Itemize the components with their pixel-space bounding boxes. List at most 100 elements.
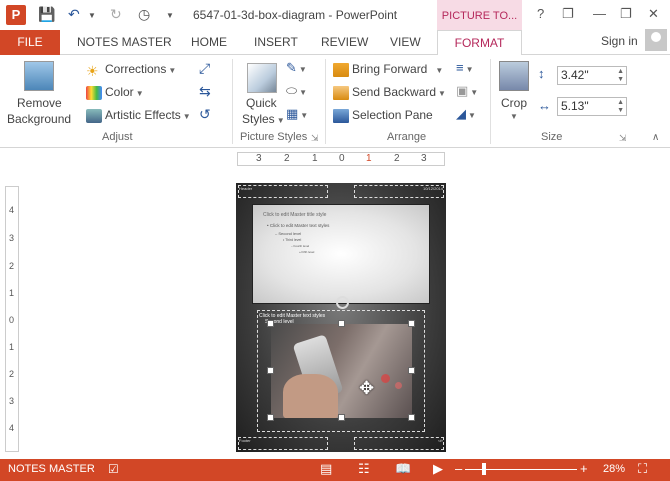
resize-handle[interactable] (408, 320, 415, 327)
size-group-label: Size (541, 131, 563, 143)
picture-tools-context-label: PICTURE TO... (437, 0, 522, 30)
reset-picture-icon[interactable]: ↺ (199, 106, 211, 123)
corrections-button[interactable]: ☀ Corrections ▼ (86, 62, 176, 79)
tab-notes-master[interactable]: NOTES MASTER (77, 30, 172, 55)
shape-width-input[interactable]: 5.13" ▲ ▼ (557, 97, 627, 116)
resize-handle[interactable] (408, 367, 415, 374)
quick-styles-button[interactable]: Quick (246, 96, 277, 110)
restore-button[interactable]: ❐ (620, 6, 632, 22)
compress-pictures-icon[interactable]: ⤢ (199, 60, 210, 77)
change-picture-icon[interactable]: ⇆ (199, 83, 211, 100)
view-mode-label: NOTES MASTER (8, 463, 95, 475)
move-cursor-icon: ✥ (359, 378, 375, 398)
slide-image-placeholder[interactable]: Click to edit Master title style • Click… (252, 204, 430, 304)
header-placeholder[interactable]: Header (238, 185, 328, 198)
picture-effects-icon[interactable]: ⬭ ▼ (286, 83, 307, 99)
notes-page[interactable]: Header 10/12/2014 Click to edit Master t… (236, 183, 446, 452)
resize-handle[interactable] (408, 414, 415, 421)
undo-icon[interactable]: ↶ (68, 6, 80, 23)
close-button[interactable]: ✕ (648, 6, 659, 22)
tab-insert[interactable]: INSERT (254, 30, 298, 55)
ruler-tick: 3 (9, 396, 15, 406)
status-bar: NOTES MASTER ☑ ▤ ☷ 📖 ▶ – + 28% ⛶ (0, 459, 670, 481)
remove-background-button[interactable]: Remove (17, 96, 62, 110)
group-objects-icon[interactable]: ▣ ▼ (456, 83, 478, 99)
send-backward-button[interactable]: Send Backward ▼ (333, 85, 446, 100)
resize-handle[interactable] (267, 320, 274, 327)
bring-forward-button[interactable]: Bring Forward ▼ (333, 62, 443, 77)
zoom-out-button[interactable]: – (455, 461, 462, 476)
date-placeholder[interactable]: 10/12/2014 (354, 185, 444, 198)
normal-view-icon[interactable]: ▤ (320, 461, 332, 477)
minimize-button[interactable]: — (593, 6, 606, 21)
footer-placeholder[interactable]: Footer (238, 437, 328, 450)
picture-styles-group-label: Picture Styles (240, 131, 308, 143)
selection-pane-button[interactable]: Selection Pane (333, 108, 433, 123)
hand-image (283, 374, 338, 418)
tab-file[interactable]: FILE (0, 30, 60, 55)
ruler-tick: 0 (9, 315, 15, 325)
size-dialog-launcher-icon[interactable]: ⇲ (619, 133, 627, 144)
resize-handle[interactable] (338, 320, 345, 327)
remove-background-label: Background (7, 112, 72, 126)
picture-border-icon[interactable]: ✎ ▼ (286, 60, 307, 76)
slide-bullet: • Third level (283, 238, 302, 242)
vertical-ruler: 4 3 2 1 0 1 2 3 4 (5, 186, 19, 452)
spell-check-icon[interactable]: ☑ (108, 462, 119, 476)
shape-height-icon: ↕ (538, 66, 545, 81)
powerpoint-logo-icon: P (6, 5, 26, 25)
redo-icon[interactable]: ↻ (110, 6, 122, 23)
rotate-handle-icon[interactable] (336, 296, 349, 309)
resize-handle[interactable] (267, 367, 274, 374)
collapse-ribbon-icon[interactable]: ∧ (652, 132, 659, 143)
fit-to-window-icon[interactable]: ⛶ (638, 461, 647, 477)
shape-height-input[interactable]: 3.42" ▲ ▼ (557, 66, 627, 85)
tab-format[interactable]: FORMAT (437, 30, 522, 56)
undo-dropdown-icon[interactable]: ▼ (88, 11, 96, 20)
color-button[interactable]: Color ▼ (86, 85, 144, 100)
ruler-tick: 2 (9, 369, 15, 379)
sign-in-link[interactable]: Sign in (601, 34, 638, 48)
arrange-group-label: Arrange (387, 131, 427, 143)
document-title: 6547-01-3d-box-diagram - PowerPoint (193, 8, 398, 22)
crop-dropdown-icon[interactable]: ▼ (510, 112, 518, 121)
ribbon-tabs: FILE NOTES MASTER HOME INSERT REVIEW VIE… (0, 30, 670, 56)
tab-review[interactable]: REVIEW (321, 30, 368, 55)
resize-handle[interactable] (267, 414, 274, 421)
ruler-tick: 4 (9, 423, 15, 433)
zoom-level[interactable]: 28% (603, 463, 625, 475)
zoom-in-button[interactable]: + (580, 461, 588, 476)
customize-qat-icon[interactable]: ▼ (166, 11, 174, 20)
ruler-tick: 2 (394, 153, 400, 164)
artistic-effects-button[interactable]: Artistic Effects ▼ (86, 108, 191, 123)
slide-sorter-icon[interactable]: ☷ (358, 461, 370, 477)
resize-handle[interactable] (338, 414, 345, 421)
height-spinner-icon[interactable]: ▲ ▼ (617, 68, 624, 84)
tab-view[interactable]: VIEW (390, 30, 421, 55)
adjust-group-label: Adjust (102, 131, 133, 143)
picture-layout-icon[interactable]: ▦ ▼ (286, 106, 308, 122)
selected-picture[interactable] (271, 324, 412, 418)
ruler-tick: 2 (9, 261, 15, 271)
remove-background-icon (24, 61, 54, 91)
start-from-beginning-icon[interactable]: ◷ (138, 6, 150, 23)
crop-button[interactable]: Crop (501, 96, 527, 110)
slide-show-icon[interactable]: ▶ (433, 461, 443, 477)
zoom-slider-thumb[interactable] (482, 463, 486, 475)
help-button[interactable]: ? (537, 6, 544, 21)
reading-view-icon[interactable]: 📖 (395, 461, 411, 477)
picture-styles-dialog-launcher-icon[interactable]: ⇲ (311, 133, 319, 144)
ribbon-display-options-icon[interactable]: ❐ (562, 6, 574, 22)
group-divider (325, 59, 326, 144)
tab-home[interactable]: HOME (191, 30, 227, 55)
page-number-placeholder[interactable]: ‹#› (354, 437, 444, 450)
user-avatar-icon[interactable] (645, 29, 667, 51)
width-spinner-icon[interactable]: ▲ ▼ (617, 99, 624, 115)
send-backward-icon (333, 85, 349, 100)
selection-pane-icon (333, 108, 349, 123)
align-icon[interactable]: ≡ ▼ (456, 60, 474, 75)
slide-bullet: • Click to edit Master text styles (267, 223, 330, 228)
rotate-icon[interactable]: ◢ ▼ (456, 106, 476, 122)
save-icon[interactable]: 💾 (38, 6, 55, 23)
slide-bullet: – Second level (275, 231, 302, 236)
